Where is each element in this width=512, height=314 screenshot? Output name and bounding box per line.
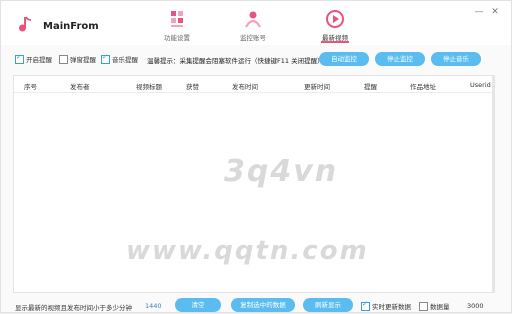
col-userid[interactable]: Userid [470,81,491,89]
refresh-button[interactable]: 刷新显示 [303,298,353,312]
music-note-logo-icon [19,16,32,32]
app-name: MainFrom [43,21,99,32]
data-count-label: 数据量 [430,303,450,311]
title-bar: MainFrom 功能设置 监控账号 最新视频 — ✕ [1,1,511,45]
music-reminder-label: 音乐提醒 [112,56,138,64]
vertical-scrollbar[interactable] [492,76,494,292]
video-play-icon [326,10,344,28]
tab-latest-videos[interactable]: 最新视频 [305,7,365,43]
data-count-input[interactable]: 3000 [467,302,484,310]
copy-selected-button[interactable]: 复制选中的数据 [231,298,295,312]
col-update-time[interactable]: 更新时间 [304,81,330,91]
table-header: 序号 发布者 视频标题 获赞 发布时间 更新时间 提醒 作品地址 Userid [14,76,494,93]
close-button[interactable]: ✕ [489,7,501,17]
col-likes[interactable]: 获赞 [186,81,199,91]
settings-grid-icon [171,11,183,27]
music-reminder-checkbox[interactable]: 音乐提醒 [101,53,138,64]
col-video-title[interactable]: 视频标题 [136,81,162,91]
toolbar: 开启提醒 弹窗提醒 音乐提醒 温馨提示：采集提醒会阻塞软件运行（快捷键F11 关… [1,51,511,67]
checkbox-box [361,300,370,311]
threshold-label: 显示最新的视频且发布时间小于多少分钟 [15,304,132,312]
tab-latest-videos-label: 最新视频 [322,34,348,42]
watermark-url: www.qqtn.com [126,236,369,266]
tab-settings-label: 功能设置 [164,34,190,42]
footer-bar: 显示最新的视频且发布时间小于多少分钟 1440 清空 复制选中的数据 刷新显示 … [1,298,511,314]
checkbox-box [419,301,428,311]
user-monitor-icon [245,11,261,28]
clear-button[interactable]: 清空 [175,298,221,312]
realtime-update-checkbox[interactable]: 实时更新数据 [361,300,411,311]
checkbox-box [101,53,110,64]
stop-monitor-button[interactable]: 停止监控 [375,52,425,66]
enable-reminder-checkbox[interactable]: 开启提醒 [15,53,52,64]
auto-monitor-button[interactable]: 自动监控 [319,52,369,66]
col-video-url[interactable]: 作品地址 [410,81,436,91]
checkbox-box [59,54,68,64]
tip-notice: 温馨提示：采集提醒会阻塞软件运行（快捷键F11 关闭提醒） [147,57,324,65]
app-window: MainFrom 功能设置 监控账号 最新视频 — ✕ ✓ 开启提醒 弹窗提醒 … [0,0,512,313]
realtime-update-label: 实时更新数据 [372,303,411,311]
col-publisher[interactable]: 发布者 [70,81,90,91]
enable-reminder-label: 开启提醒 [26,56,52,64]
col-index[interactable]: 序号 [24,81,37,91]
data-count-checkbox[interactable]: 数据量 [419,301,450,311]
popup-reminder-label: 弹窗提醒 [70,56,96,64]
tab-monitor-accounts[interactable]: 监控账号 [223,7,283,43]
popup-reminder-checkbox[interactable]: 弹窗提醒 [59,54,96,64]
col-publish-time[interactable]: 发布时间 [232,81,258,91]
col-reminder[interactable]: 提醒 [364,81,377,91]
video-table[interactable]: 序号 发布者 视频标题 获赞 发布时间 更新时间 提醒 作品地址 Userid … [13,75,495,293]
threshold-input[interactable]: 1440 [145,302,162,310]
tab-settings[interactable]: 功能设置 [147,7,207,43]
checkbox-box [15,53,24,64]
watermark-logo: 3q4vn [224,154,339,189]
stop-music-button[interactable]: 停止音乐 [431,52,481,66]
tab-monitor-accounts-label: 监控账号 [240,34,266,42]
minimize-button[interactable]: — [473,7,485,17]
